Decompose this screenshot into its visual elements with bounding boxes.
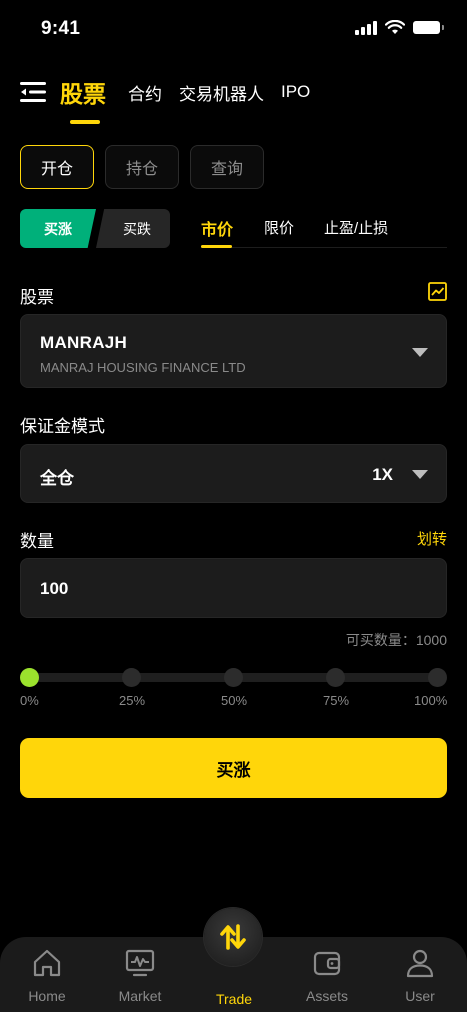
slider-tick-label: 0%	[20, 693, 39, 708]
segment-holdings[interactable]: 持仓	[105, 145, 179, 189]
slider-tick-label: 75%	[323, 693, 350, 708]
stock-name: MANRAJ HOUSING FINANCE LTD	[40, 360, 246, 375]
slider-tick-label: 25%	[119, 693, 146, 708]
slider-tick-label: 100%	[414, 693, 448, 708]
nav-tab-contracts[interactable]: 合约	[128, 80, 162, 105]
nav-tab-trading-bot[interactable]: 交易机器人	[179, 80, 264, 105]
signal-icon	[355, 20, 377, 35]
nav-tab-stocks[interactable]: 股票	[60, 75, 106, 109]
status-bar: 9:41	[0, 0, 467, 60]
slider-dot-75[interactable]	[326, 668, 345, 687]
tab-assets-label: Assets	[305, 988, 348, 1004]
chart-icon[interactable]	[428, 282, 447, 301]
top-nav: 股票 合约 交易机器人 IPO	[20, 72, 447, 112]
leverage-value: 1X	[372, 465, 393, 484]
tab-user-label: User	[405, 988, 435, 1004]
tab-market[interactable]: Market	[100, 947, 180, 1004]
order-type-tp-sl[interactable]: 止盈/止损	[324, 217, 388, 238]
swap-arrows-icon	[220, 924, 246, 950]
buy-short-button[interactable]: 买跌	[96, 209, 170, 248]
quantity-value: 100	[40, 579, 69, 598]
user-icon	[406, 949, 434, 978]
available-quantity: 可买数量：1000	[345, 632, 447, 648]
tab-trade-label: Trade	[215, 991, 253, 1007]
quantity-input[interactable]: 100	[20, 558, 447, 618]
tab-assets[interactable]: Assets	[287, 947, 367, 1004]
menu-icon[interactable]	[20, 80, 48, 104]
buy-long-button[interactable]: 买涨	[20, 209, 96, 248]
margin-mode-selector[interactable]: 全仓 1X	[20, 444, 447, 503]
status-icons	[355, 20, 444, 35]
tab-user[interactable]: User	[380, 947, 460, 1004]
stock-label: 股票	[20, 288, 54, 307]
slider-dot-25[interactable]	[122, 668, 141, 687]
nav-tab-ipo[interactable]: IPO	[281, 82, 310, 102]
tab-home-label: Home	[28, 988, 66, 1004]
segment-tabs: 开仓 持仓 查询	[20, 145, 264, 189]
tab-home[interactable]: Home	[7, 947, 87, 1004]
order-type-divider	[201, 247, 447, 248]
segment-open-position[interactable]: 开仓	[20, 145, 94, 189]
slider-dot-0[interactable]	[20, 668, 39, 687]
stock-selector[interactable]: MANRAJH MANRAJ HOUSING FINANCE LTD	[20, 314, 447, 388]
margin-mode-value: 全仓	[40, 469, 74, 488]
submit-buy-button[interactable]: 买涨	[20, 738, 447, 798]
slider-dot-100[interactable]	[428, 668, 447, 687]
order-type-active-indicator	[201, 245, 232, 248]
segment-query[interactable]: 查询	[190, 145, 264, 189]
trade-side-row: 买涨 买跌 市价 限价 止盈/止损	[20, 209, 447, 249]
home-icon	[33, 949, 61, 977]
chevron-down-icon	[412, 348, 428, 357]
transfer-link[interactable]: 划转	[417, 528, 447, 549]
wifi-icon	[385, 20, 405, 34]
quantity-slider[interactable]	[20, 668, 447, 688]
wallet-icon	[313, 951, 341, 976]
quantity-label: 数量	[20, 532, 54, 551]
tab-trade[interactable]: Trade	[194, 982, 274, 1007]
status-time: 9:41	[41, 18, 81, 39]
market-chart-icon	[125, 949, 155, 977]
battery-icon	[413, 21, 444, 34]
slider-tick-label: 50%	[221, 693, 248, 708]
order-type-market[interactable]: 市价	[201, 216, 233, 240]
trade-fab-button[interactable]	[204, 908, 262, 966]
chevron-down-icon	[412, 470, 428, 479]
nav-active-indicator	[70, 120, 100, 124]
stock-symbol: MANRAJH	[40, 333, 128, 352]
margin-mode-label: 保证金模式	[20, 417, 105, 436]
slider-dot-50[interactable]	[224, 668, 243, 687]
order-type-limit[interactable]: 限价	[264, 217, 294, 238]
tab-market-label: Market	[118, 988, 162, 1004]
